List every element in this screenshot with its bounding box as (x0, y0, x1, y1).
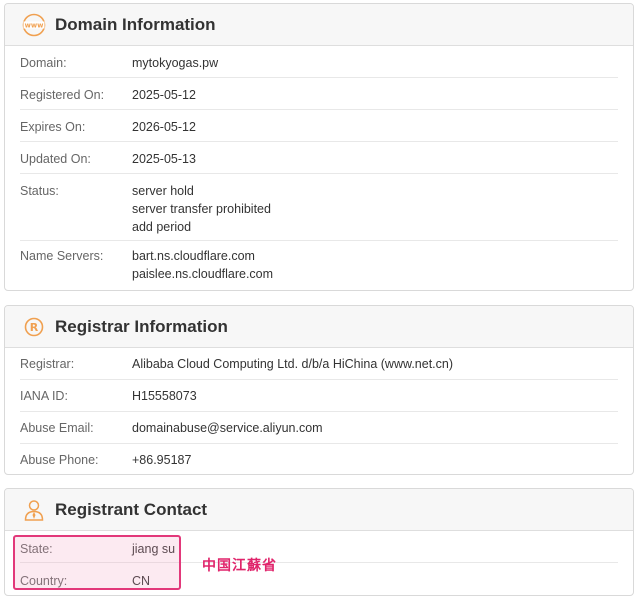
row-label: Domain: (20, 56, 67, 70)
info-row: Updated On: 2025-05-13 (20, 142, 618, 174)
www-icon: www (21, 12, 47, 38)
annotation-text: 中国江蘇省 (202, 558, 277, 574)
registered-icon: R (21, 314, 47, 340)
row-value-line: +86.95187 (132, 453, 192, 467)
row-label: Updated On: (20, 152, 91, 166)
info-row: Abuse Phone: +86.95187 (20, 444, 618, 474)
card-title: Registrant Contact (55, 499, 208, 519)
row-value: +86.95187 (132, 451, 191, 474)
highlight-box (13, 535, 181, 590)
card-title: Domain Information (55, 14, 216, 34)
info-row: Status: server hold server transfer prohib… (20, 174, 618, 241)
svg-text:www: www (25, 21, 45, 29)
row-label: Expires On: (20, 120, 86, 134)
row-value-line: Alibaba Cloud Computing Ltd. d/b/a HiChi… (132, 357, 454, 371)
info-row: Abuse Email: domainabuse@service.aliyun.c… (20, 412, 618, 444)
row-value-line: server transfer prohibited (132, 202, 271, 216)
domain-information-header: www Domain Information (5, 4, 633, 46)
info-row: Registrar: Alibaba Cloud Computing Ltd. d… (20, 348, 618, 380)
domain-information-card: www Domain Information Domain: mytokyogas… (4, 3, 634, 291)
row-value-line: H15558073 (132, 389, 197, 403)
row-value-line: paislee.ns.cloudflare.com (132, 267, 274, 281)
row-value: H15558073 (132, 387, 197, 411)
row-label: Status: (20, 184, 59, 198)
row-value-line: domainabuse@service.aliyun.com (132, 421, 323, 435)
registrar-information-header: R Registrar Information (5, 306, 633, 348)
row-value-line: 2026-05-12 (132, 120, 196, 134)
info-row: Registered On: 2025-05-12 (20, 78, 618, 110)
card-title: Registrar Information (55, 316, 228, 336)
row-value-line: 2025-05-12 (132, 88, 196, 102)
row-value: domainabuse@service.aliyun.com (132, 419, 323, 443)
row-label: Registrar: (20, 357, 75, 371)
row-value: mytokyogas.pw (132, 54, 218, 77)
person-icon (21, 497, 47, 523)
registrar-information-card: R Registrar Information Registrar: Alibab… (4, 305, 634, 475)
row-value: bart.ns.cloudflare.com paislee.ns.cloudfl… (132, 247, 273, 289)
row-value-line: server hold (132, 184, 194, 198)
row-label: Abuse Phone: (20, 453, 99, 467)
info-row: IANA ID: H15558073 (20, 380, 618, 412)
info-row: Name Servers: bart.ns.cloudflare.com paisl… (20, 241, 618, 289)
row-value: 2025-05-12 (132, 86, 196, 109)
row-value-line: 2025-05-13 (132, 152, 196, 166)
row-value-line: add period (132, 220, 192, 234)
row-label: Name Servers: (20, 249, 104, 263)
registrant-contact-header: Registrant Contact (5, 489, 633, 531)
row-value: server hold server transfer prohibited add… (132, 182, 271, 240)
registrar-info-rows: Registrar: Alibaba Cloud Computing Ltd. d… (5, 348, 633, 474)
info-row: Domain: mytokyogas.pw (20, 46, 618, 78)
svg-text:R: R (30, 321, 39, 334)
row-label: Registered On: (20, 88, 105, 102)
row-value: 2026-05-12 (132, 118, 196, 141)
row-value: Alibaba Cloud Computing Ltd. d/b/a HiChi… (132, 355, 453, 379)
row-value: 2025-05-13 (132, 150, 196, 173)
domain-info-rows: Domain: mytokyogas.pw Registered On: 2025-0… (5, 46, 633, 289)
row-value-line: mytokyogas.pw (132, 56, 219, 70)
info-row: Expires On: 2026-05-12 (20, 110, 618, 142)
row-label: IANA ID: (20, 389, 68, 403)
row-label: Abuse Email: (20, 421, 94, 435)
row-value-line: bart.ns.cloudflare.com (132, 249, 255, 263)
